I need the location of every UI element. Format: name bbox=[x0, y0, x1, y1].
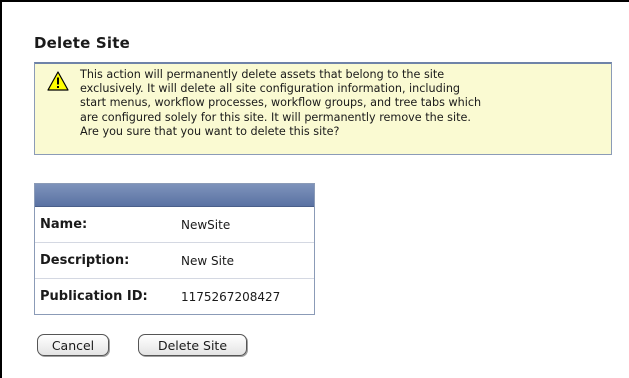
dialog-frame: Delete Site This action will permanently… bbox=[0, 0, 629, 378]
page-title: Delete Site bbox=[34, 34, 130, 52]
warning-line: This action will permanently delete asse… bbox=[80, 68, 445, 81]
delete-site-button[interactable]: Delete Site bbox=[138, 334, 247, 356]
description-value: New Site bbox=[181, 253, 235, 268]
info-row-name: Name: NewSite bbox=[35, 207, 314, 243]
table-header-bar bbox=[35, 184, 314, 207]
warning-triangle-icon bbox=[47, 71, 69, 91]
site-info-table: Name: NewSite Description: New Site Publ… bbox=[34, 183, 315, 315]
warning-line: Are you sure that you want to delete thi… bbox=[80, 124, 340, 138]
warning-line: are configured solely for this site. It … bbox=[80, 110, 471, 124]
description-label: Description: bbox=[40, 253, 130, 268]
info-row-description: Description: New Site bbox=[35, 243, 314, 279]
info-row-publication-id: Publication ID: 1175267208427 bbox=[35, 279, 314, 314]
cancel-button[interactable]: Cancel bbox=[37, 334, 109, 356]
name-label: Name: bbox=[40, 217, 88, 232]
name-value: NewSite bbox=[181, 217, 231, 232]
warning-line: start menus, workflow processes, workflo… bbox=[80, 96, 482, 110]
warning-line: exclusively. It will delete all site con… bbox=[80, 82, 461, 96]
publication-id-value: 1175267208427 bbox=[181, 289, 281, 304]
publication-id-label: Publication ID: bbox=[40, 289, 148, 304]
warning-text: This action will permanently delete asse… bbox=[80, 68, 605, 139]
warning-message-box: This action will permanently delete asse… bbox=[34, 62, 612, 155]
